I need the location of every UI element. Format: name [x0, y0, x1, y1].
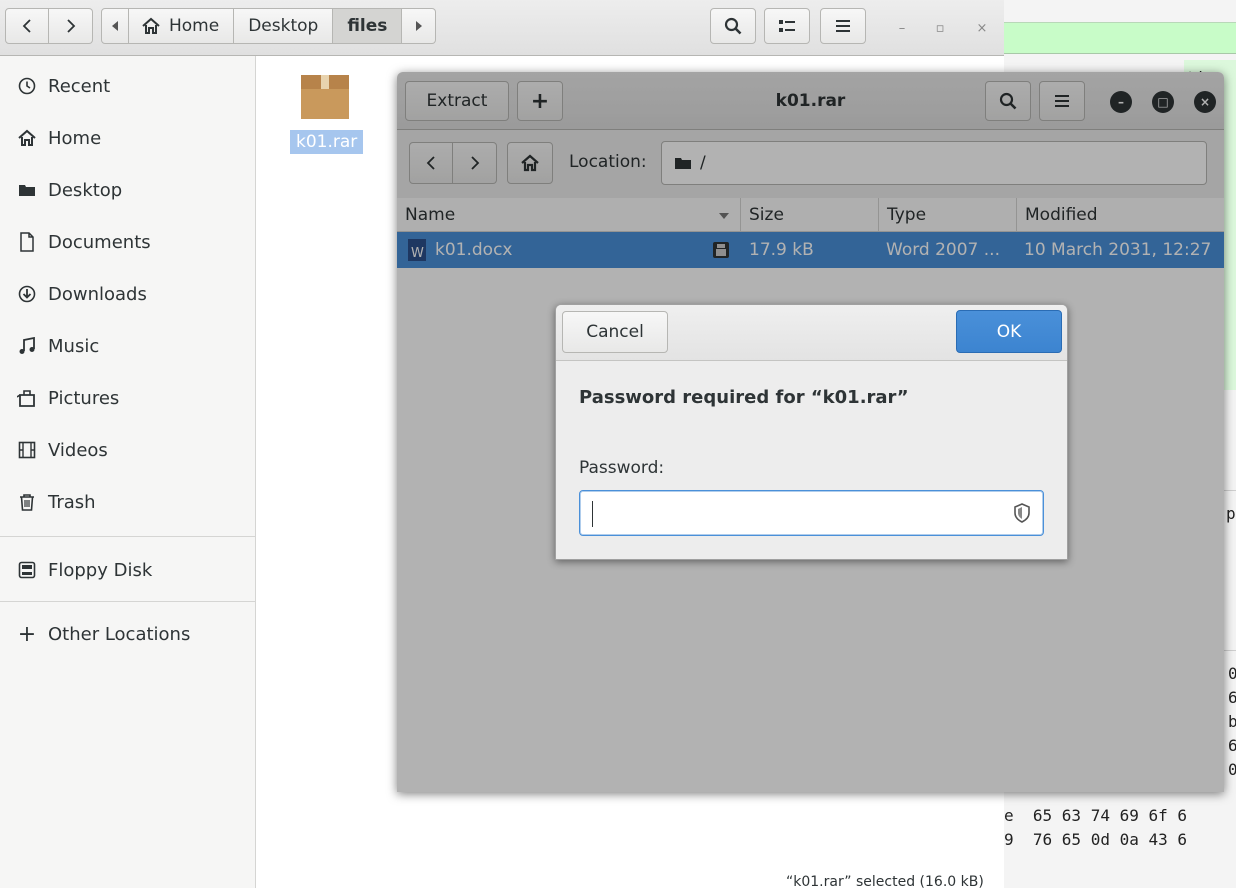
dialog-headerbar: Cancel OK: [556, 305, 1067, 361]
drive-icon: [16, 559, 38, 581]
text-caret: [592, 501, 593, 527]
sidebar-item-downloads[interactable]: Downloads: [0, 268, 255, 320]
ok-label: OK: [996, 321, 1022, 342]
password-input[interactable]: [579, 490, 1044, 536]
sidebar-item-recent[interactable]: Recent: [0, 60, 255, 112]
hex-line: 9 76 65 0d 0a 43 6: [1004, 830, 1188, 849]
sidebar-item-floppy-disk[interactable]: Floppy Disk: [0, 544, 255, 596]
path-item-label: Desktop: [248, 16, 319, 36]
sidebar-item-documents[interactable]: Documents: [0, 216, 255, 268]
sidebar-item-trash[interactable]: Trash: [0, 476, 255, 528]
sidebar-item-label: Pictures: [48, 387, 120, 409]
sidebar-item-label: Documents: [48, 231, 151, 253]
minimize-button[interactable]: –: [891, 17, 913, 39]
status-label: “k01.rar” selected (16.0 kB): [780, 874, 990, 888]
path-item-label: files: [347, 16, 388, 36]
sidebar-item-label: Floppy Disk: [48, 559, 153, 581]
chevron-left-icon: [22, 19, 31, 33]
path-item-files[interactable]: files: [333, 8, 403, 44]
view-toggle-button[interactable]: [764, 8, 810, 44]
sidebar-item-label: Desktop: [48, 179, 123, 201]
sidebar: Recent Home Desktop Documents Downloads …: [0, 56, 256, 888]
menu-button[interactable]: [820, 8, 866, 44]
file-name: k01.rar: [290, 130, 364, 154]
cancel-button[interactable]: Cancel: [562, 311, 668, 353]
close-icon: ×: [976, 20, 988, 36]
triangle-left-icon: [112, 21, 118, 31]
sidebar-item-label: Other Locations: [48, 623, 191, 645]
search-icon: [724, 17, 742, 35]
archive-icon: [301, 75, 349, 119]
home-icon: [16, 127, 38, 149]
path-bar: Home Desktop files: [101, 8, 437, 44]
sidebar-item-label: Downloads: [48, 283, 147, 305]
sidebar-item-desktop[interactable]: Desktop: [0, 164, 255, 216]
file-manager-headerbar: Home Desktop files – ▫ ×: [0, 0, 1004, 56]
home-icon: [142, 17, 160, 34]
minimize-icon: –: [898, 20, 906, 36]
background-text-fragment: 0: [1228, 760, 1236, 779]
sidebar-item-other-locations[interactable]: + Other Locations: [0, 608, 255, 660]
maximize-button[interactable]: ▫: [929, 17, 951, 39]
path-item-home[interactable]: Home: [129, 8, 235, 44]
music-icon: [16, 335, 38, 357]
search-button[interactable]: [710, 8, 756, 44]
back-button[interactable]: [5, 8, 49, 44]
sidebar-item-music[interactable]: Music: [0, 320, 255, 372]
triangle-right-icon: [415, 21, 422, 31]
background-green-bar: [1004, 22, 1236, 54]
close-button[interactable]: ×: [971, 17, 993, 39]
folder-icon: [16, 179, 38, 201]
cancel-label: Cancel: [586, 322, 644, 342]
chevron-right-icon: [66, 19, 75, 33]
background-text-fragment: 6: [1228, 736, 1236, 755]
hamburger-icon: [836, 20, 850, 32]
sidebar-item-label: Videos: [48, 439, 108, 461]
shield-icon: [1014, 503, 1030, 523]
film-icon: [16, 439, 38, 461]
background-text-fragment: 6: [1228, 688, 1236, 707]
sidebar-item-label: Recent: [48, 75, 111, 97]
ok-button[interactable]: OK: [956, 310, 1062, 353]
plus-icon: +: [17, 621, 37, 647]
dialog-message: Password required for “k01.rar”: [579, 387, 909, 408]
background-text-fragment: b: [1228, 712, 1236, 731]
download-icon: [16, 283, 38, 305]
sidebar-item-home[interactable]: Home: [0, 112, 255, 164]
forward-button[interactable]: [49, 8, 93, 44]
path-item-label: Home: [169, 16, 220, 36]
background-text-fragment: py: [1226, 504, 1236, 523]
password-dialog: Cancel OK Password required for “k01.rar…: [555, 304, 1068, 560]
sidebar-item-label: Home: [48, 127, 102, 149]
password-label: Password:: [579, 458, 665, 478]
path-scroll-left-button[interactable]: [101, 8, 129, 44]
sidebar-separator: [0, 601, 255, 602]
path-item-desktop[interactable]: Desktop: [234, 8, 334, 44]
trash-icon: [16, 491, 38, 513]
sidebar-item-label: Music: [48, 335, 100, 357]
maximize-icon: ▫: [935, 20, 945, 36]
path-scroll-right-button[interactable]: [402, 8, 437, 44]
camera-icon: [16, 387, 38, 409]
history-buttons: [5, 8, 93, 44]
sidebar-separator: [0, 536, 255, 537]
sidebar-item-pictures[interactable]: Pictures: [0, 372, 255, 424]
background-text-fragment: 0: [1228, 664, 1236, 683]
hex-line: e 65 63 74 69 6f 6: [1004, 806, 1188, 825]
sidebar-item-label: Trash: [48, 491, 96, 513]
clock-icon: [16, 75, 38, 97]
document-icon: [16, 231, 38, 253]
list-view-icon: [779, 20, 795, 32]
sidebar-item-videos[interactable]: Videos: [0, 424, 255, 476]
